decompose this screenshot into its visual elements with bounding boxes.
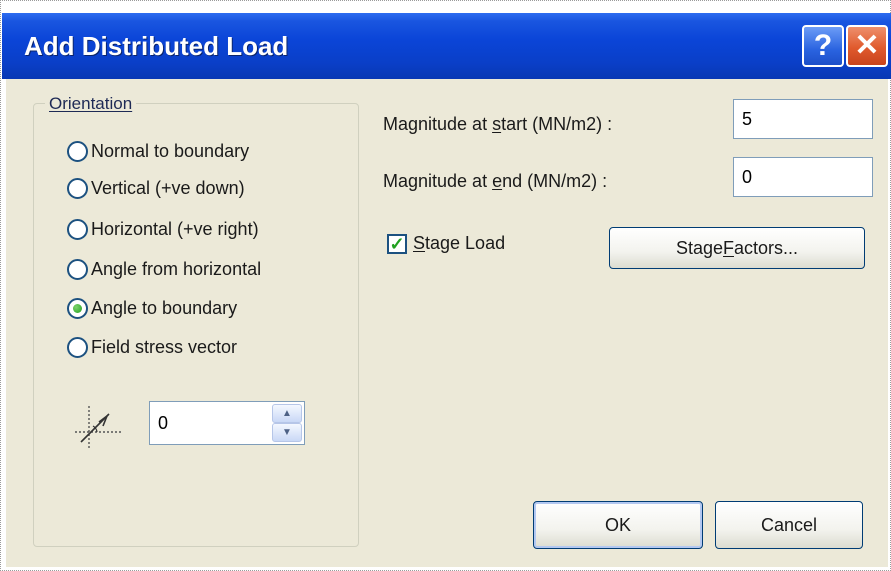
radio-button[interactable] (67, 140, 88, 162)
orientation-legend: Orientation (45, 94, 137, 114)
dialog-window: Add Distributed Load ? ✕ Orientation Nor… (0, 0, 891, 571)
angle-stepper[interactable]: ▲ ▼ (149, 401, 305, 445)
checkmark-icon: ✓ (389, 233, 405, 254)
radio-button[interactable] (67, 258, 88, 280)
angle-icon (75, 406, 121, 450)
magnitude-start-input[interactable] (733, 99, 873, 139)
radio-button[interactable] (67, 336, 88, 358)
label-mnemonic: e (492, 171, 503, 191)
chevron-down-icon: ▼ (282, 427, 292, 438)
label-mnemonic: s (492, 114, 502, 134)
label-mnemonic: S (413, 233, 426, 253)
radio-field-stress-vector[interactable]: Field stress vector (67, 334, 237, 360)
label-text: nd (MN/m2) : (502, 171, 608, 191)
radio-horizontal[interactable]: Horizontal (+ve right) (67, 216, 259, 242)
magnitude-end-label: Magnitude at end (MN/m2) : (383, 171, 607, 192)
label-text: Magnitude at (383, 114, 493, 134)
title-bar[interactable]: Add Distributed Load ? ✕ (2, 13, 891, 79)
radio-button[interactable] (67, 218, 88, 240)
radio-vertical[interactable]: Vertical (+ve down) (67, 175, 245, 201)
close-icon: ✕ (854, 29, 880, 62)
stage-load-checkbox[interactable]: ✓ (387, 233, 407, 254)
cancel-button[interactable]: Cancel (715, 501, 863, 549)
radio-label: Normal to boundary (91, 140, 250, 161)
stage-factors-button[interactable]: Stage Factors... (609, 227, 865, 269)
stage-load-checkbox-row[interactable]: ✓ Stage Load (387, 233, 505, 254)
ok-button[interactable]: OK (533, 501, 703, 549)
close-button[interactable]: ✕ (846, 25, 888, 67)
button-text: actors... (734, 237, 799, 258)
spin-up-button[interactable]: ▲ (272, 404, 302, 423)
radio-label: Horizontal (+ve right) (91, 218, 259, 239)
help-button[interactable]: ? (802, 25, 844, 67)
label-text: Magnitude at (383, 171, 493, 191)
radio-button[interactable] (67, 177, 88, 199)
magnitude-start-label: Magnitude at start (MN/m2) : (383, 114, 612, 135)
stage-load-label: Stage Load (413, 233, 505, 254)
chevron-up-icon: ▲ (282, 408, 292, 419)
button-text: Stage (675, 237, 723, 258)
dialog-title: Add Distributed Load (24, 31, 289, 61)
help-icon: ? (813, 29, 833, 62)
radio-label: Angle from horizontal (91, 258, 262, 279)
radio-normal-to-boundary[interactable]: Normal to boundary (67, 138, 249, 164)
spin-down-button[interactable]: ▼ (272, 423, 302, 442)
spin-buttons: ▲ ▼ (272, 404, 302, 442)
angle-input[interactable] (156, 410, 270, 436)
radio-angle-to-boundary[interactable]: Angle to boundary (67, 295, 237, 321)
label-text: tart (MN/m2) : (501, 114, 613, 134)
label-text: tage Load (425, 233, 506, 253)
radio-label: Angle to boundary (91, 297, 238, 318)
radio-button-selected[interactable] (67, 297, 88, 319)
magnitude-end-input[interactable] (733, 157, 873, 197)
button-mnemonic: F (723, 237, 734, 258)
radio-label: Vertical (+ve down) (91, 177, 245, 198)
radio-angle-from-horizontal[interactable]: Angle from horizontal (67, 256, 261, 282)
radio-label: Field stress vector (91, 336, 238, 357)
orientation-group (33, 103, 359, 547)
